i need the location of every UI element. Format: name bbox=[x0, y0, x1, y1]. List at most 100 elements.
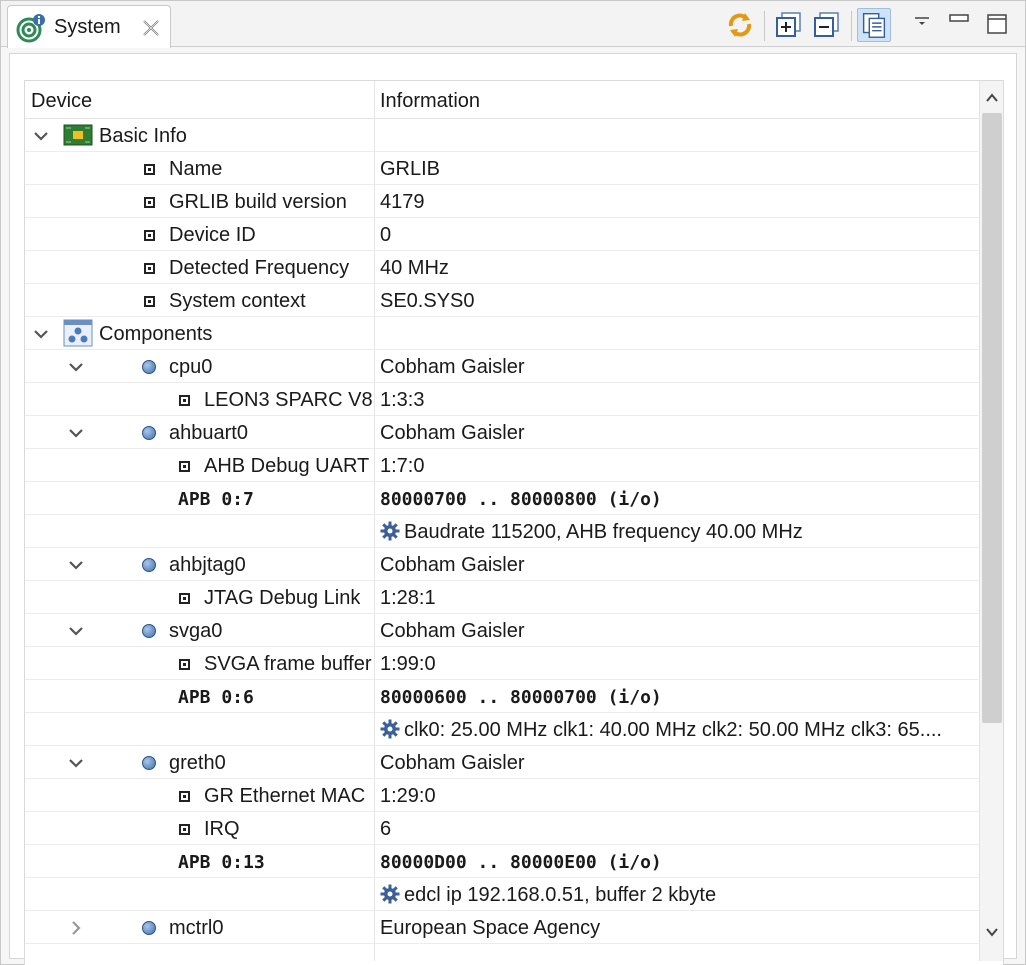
gear-icon bbox=[380, 521, 400, 541]
information-cell: edcl ip 192.168.0.51, buffer 2 kbyte bbox=[380, 884, 716, 907]
scroll-down-icon[interactable] bbox=[983, 923, 1001, 941]
tree-row-svga-frame-buffer[interactable]: SVGA frame buffer 1:99:0 bbox=[25, 647, 979, 680]
refresh-icon[interactable] bbox=[723, 8, 757, 42]
chevron-down-icon[interactable] bbox=[33, 128, 49, 144]
information-cell: 1:7:0 bbox=[380, 455, 425, 477]
tree-node-greth0[interactable]: greth0 Cobham Gaisler bbox=[25, 746, 979, 779]
tree-header: Device Information bbox=[25, 81, 979, 119]
expand-all-icon[interactable] bbox=[772, 8, 806, 42]
property-icon bbox=[144, 296, 155, 307]
device-cell: Components bbox=[99, 323, 213, 345]
vertical-scrollbar[interactable] bbox=[979, 81, 1003, 961]
information-cell: clk0: 25.00 MHz clk1: 40.00 MHz clk2: 50… bbox=[380, 719, 942, 742]
collapse-all-icon[interactable] bbox=[810, 8, 844, 42]
device-cell: cpu0 bbox=[169, 356, 213, 378]
component-icon bbox=[142, 558, 156, 572]
device-cell: APB 0:7 bbox=[178, 489, 254, 510]
system-view: System Device Information Basic Info Nam… bbox=[0, 0, 1026, 965]
property-icon bbox=[144, 230, 155, 241]
device-cell: Name bbox=[169, 158, 223, 180]
column-header-device[interactable]: Device bbox=[31, 90, 92, 113]
property-icon bbox=[179, 791, 190, 802]
details-icon[interactable] bbox=[857, 8, 891, 42]
content-area: Device Information Basic Info Name GRLIB GR… bbox=[9, 53, 1017, 965]
tree-row-ahb-debug-uart[interactable]: AHB Debug UART 1:7:0 bbox=[25, 449, 979, 482]
property-icon bbox=[144, 263, 155, 274]
tree-row-build-version[interactable]: GRLIB build version 4179 bbox=[25, 185, 979, 218]
chevron-down-icon[interactable] bbox=[68, 359, 84, 375]
minimize-icon[interactable] bbox=[942, 8, 976, 42]
information-cell: European Space Agency bbox=[380, 917, 601, 939]
tree-row-system-context[interactable]: System context SE0.SYS0 bbox=[25, 284, 979, 317]
tree-node-ahbjtag0[interactable]: ahbjtag0 Cobham Gaisler bbox=[25, 548, 979, 581]
tree-row-greth-details[interactable]: edcl ip 192.168.0.51, buffer 2 kbyte bbox=[25, 878, 979, 911]
tree-row-apb-0-13[interactable]: APB 0:13 80000D00 .. 80000E00 (i/o) bbox=[25, 845, 979, 878]
circuit-board-icon bbox=[63, 124, 93, 146]
scrollbar-thumb[interactable] bbox=[982, 113, 1002, 723]
device-cell: LEON3 SPARC V8 Processor bbox=[204, 389, 374, 411]
tree-node-ahbuart0[interactable]: ahbuart0 Cobham Gaisler bbox=[25, 416, 979, 449]
information-cell: 80000700 .. 80000800 (i/o) bbox=[380, 489, 662, 510]
scroll-up-icon[interactable] bbox=[983, 89, 1001, 107]
tree-row-apb-0-7[interactable]: APB 0:7 80000700 .. 80000800 (i/o) bbox=[25, 482, 979, 515]
information-cell: 40 MHz bbox=[380, 257, 449, 279]
tree-row-leon3[interactable]: LEON3 SPARC V8 Processor 1:3:3 bbox=[25, 383, 979, 416]
chevron-down-icon[interactable] bbox=[68, 425, 84, 441]
tree-row-name[interactable]: Name GRLIB bbox=[25, 152, 979, 185]
information-cell: 1:3:3 bbox=[380, 389, 425, 411]
chevron-right-icon[interactable] bbox=[68, 920, 84, 936]
chevron-down-icon[interactable] bbox=[33, 326, 49, 342]
device-cell: ahbuart0 bbox=[169, 422, 248, 444]
tab-system[interactable]: System bbox=[7, 5, 171, 48]
information-cell: 0 bbox=[380, 224, 392, 246]
tree-node-svga0[interactable]: svga0 Cobham Gaisler bbox=[25, 614, 979, 647]
information-text: edcl ip 192.168.0.51, buffer 2 kbyte bbox=[404, 884, 717, 906]
property-icon bbox=[179, 395, 190, 406]
device-cell: APB 0:6 bbox=[178, 687, 254, 708]
tree-row-device-id[interactable]: Device ID 0 bbox=[25, 218, 979, 251]
tree-node-basic-info[interactable]: Basic Info bbox=[25, 119, 979, 152]
property-icon bbox=[179, 593, 190, 604]
information-cell: GRLIB bbox=[380, 158, 441, 180]
information-cell: 80000600 .. 80000700 (i/o) bbox=[380, 687, 662, 708]
maximize-icon[interactable] bbox=[981, 8, 1015, 42]
device-cell: GR Ethernet MAC bbox=[204, 785, 366, 807]
close-icon[interactable] bbox=[140, 17, 162, 39]
property-icon bbox=[179, 461, 190, 472]
tree-row-jtag-debug-link[interactable]: JTAG Debug Link 1:28:1 bbox=[25, 581, 979, 614]
chevron-down-icon[interactable] bbox=[68, 623, 84, 639]
column-header-information[interactable]: Information bbox=[380, 90, 480, 113]
component-icon bbox=[142, 426, 156, 440]
device-cell: svga0 bbox=[169, 620, 223, 642]
information-cell: 1:99:0 bbox=[380, 653, 436, 675]
information-cell: Cobham Gaisler bbox=[380, 752, 525, 774]
tree-row-irq[interactable]: IRQ 6 bbox=[25, 812, 979, 845]
device-cell: Detected Frequency bbox=[169, 257, 350, 279]
tree-row-apb-0-6[interactable]: APB 0:6 80000600 .. 80000700 (i/o) bbox=[25, 680, 979, 713]
chevron-down-icon[interactable] bbox=[68, 557, 84, 573]
gear-icon bbox=[380, 884, 400, 904]
tree-node-mctrl0[interactable]: mctrl0 European Space Agency bbox=[25, 911, 979, 944]
component-icon bbox=[142, 624, 156, 638]
tree-row-gr-ethernet-mac[interactable]: GR Ethernet MAC 1:29:0 bbox=[25, 779, 979, 812]
component-icon bbox=[142, 756, 156, 770]
device-cell: AHB Debug UART bbox=[204, 455, 370, 477]
view-menu-icon[interactable] bbox=[907, 8, 941, 42]
tree-row-ahbuart-details[interactable]: Baudrate 115200, AHB frequency 40.00 MHz bbox=[25, 515, 979, 548]
device-cell: GRLIB build version bbox=[169, 191, 347, 213]
device-tree[interactable]: Device Information Basic Info Name GRLIB GR… bbox=[24, 80, 1004, 965]
information-cell: 80000D00 .. 80000E00 (i/o) bbox=[380, 852, 662, 873]
tree-row-svga-details[interactable]: clk0: 25.00 MHz clk1: 40.00 MHz clk2: 50… bbox=[25, 713, 979, 746]
device-cell: ahbjtag0 bbox=[169, 554, 246, 576]
tree-node-cpu0[interactable]: cpu0 Cobham Gaisler bbox=[25, 350, 979, 383]
information-cell: Baudrate 115200, AHB frequency 40.00 MHz bbox=[380, 521, 803, 544]
gear-icon bbox=[380, 719, 400, 739]
information-cell: Cobham Gaisler bbox=[380, 422, 525, 444]
tree-row-frequency[interactable]: Detected Frequency 40 MHz bbox=[25, 251, 979, 284]
component-icon bbox=[142, 360, 156, 374]
information-cell: 1:28:1 bbox=[380, 587, 436, 609]
device-cell: IRQ bbox=[204, 818, 240, 840]
tree-node-components[interactable]: Components bbox=[25, 317, 979, 350]
property-icon bbox=[144, 197, 155, 208]
chevron-down-icon[interactable] bbox=[68, 755, 84, 771]
